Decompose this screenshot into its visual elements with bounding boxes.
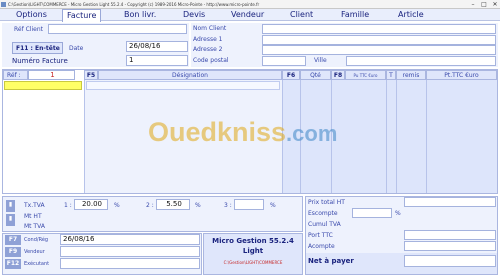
qte-header: Qté — [300, 70, 331, 80]
tva-1-label: 1 : — [64, 202, 72, 209]
tva-3-pct: % — [270, 202, 276, 209]
f5-key[interactable]: F5 — [84, 70, 98, 80]
adresse2-label: Adresse 2 — [193, 46, 223, 53]
watermark-logo: Ouedkniss.com — [148, 117, 338, 147]
maximize-icon[interactable]: □ — [479, 0, 489, 9]
date-label: Date — [69, 45, 84, 52]
pt-ttc-column — [426, 80, 497, 193]
ville-label: Ville — [314, 57, 327, 64]
menu-article[interactable]: Article — [398, 9, 424, 21]
designation-cell-active[interactable] — [86, 81, 280, 90]
product-edition: Light — [242, 247, 264, 255]
menu-facture[interactable]: Facture — [62, 9, 102, 22]
cond-reg-label: Cond/Rég — [24, 237, 49, 243]
tva-2-pct: % — [195, 202, 201, 209]
acompte-input[interactable] — [404, 241, 496, 251]
date-input[interactable]: 26/08/16 — [126, 41, 188, 52]
product-name: Micro Gestion 55.2.4 — [212, 237, 294, 245]
port-ttc-input[interactable] — [404, 230, 496, 240]
code-postal-label: Code postal — [193, 57, 229, 64]
nom-client-label: Nom Client — [193, 25, 227, 32]
nom-client-input[interactable] — [262, 24, 496, 34]
t-column — [386, 80, 396, 193]
pt-ttc-header: Pt.TTC €uro — [426, 70, 497, 80]
adresse2-input[interactable] — [262, 45, 496, 55]
escompte-input[interactable] — [352, 208, 392, 218]
menu-options[interactable]: Options — [16, 9, 47, 21]
net-a-payer-value — [404, 255, 496, 267]
ref-client-input[interactable] — [48, 24, 187, 34]
mt-toggle-button[interactable]: ▮ — [6, 214, 15, 226]
menu-bar: Options Facture Bon livr. Devis Vendeur … — [0, 9, 500, 22]
port-ttc-label: Port TTC — [308, 232, 333, 239]
product-path: C:\Gestion\LIGHT\COMMERCE — [223, 260, 283, 265]
code-postal-input[interactable] — [262, 56, 306, 66]
menu-famille[interactable]: Famille — [341, 9, 369, 21]
tva-3-label: 3 : — [224, 202, 232, 209]
ref-cell-active[interactable] — [4, 81, 82, 90]
cond-reg-input[interactable]: 26/08/16 — [60, 234, 200, 245]
mt-ht-label: Mt HT — [24, 213, 42, 220]
ref-value-input[interactable]: 1 — [28, 70, 75, 80]
menu-vendeur[interactable]: Vendeur — [231, 9, 264, 21]
escompte-pct: % — [395, 210, 401, 217]
executant-label: Exécutant — [24, 261, 50, 267]
f6-key[interactable]: F6 — [282, 70, 300, 80]
app-icon — [1, 2, 6, 7]
acompte-label: Acompte — [308, 243, 335, 250]
tva-1-pct: % — [114, 202, 120, 209]
tva-toggle-button[interactable]: ▮ — [6, 200, 15, 212]
cumul-tva-label: Cumul TVA — [308, 221, 341, 228]
vendeur-label: Vendeur — [24, 249, 45, 255]
num-facture-label: Numéro Facture — [12, 57, 68, 65]
menu-devis[interactable]: Devis — [183, 9, 205, 21]
adresse1-input[interactable] — [262, 35, 496, 45]
num-facture-input[interactable]: 1 — [126, 55, 188, 66]
tva-2-label: 2 : — [146, 202, 154, 209]
f8-key[interactable]: F8 — [331, 70, 345, 80]
f9-key[interactable]: F9 — [5, 247, 21, 257]
ville-input[interactable] — [346, 56, 496, 66]
designation-header: Désignation — [98, 70, 282, 80]
remis-header: remis — [396, 70, 426, 80]
f11-header-button[interactable]: F11 : En-tête — [12, 42, 63, 54]
close-icon[interactable]: ✕ — [490, 0, 500, 9]
vendeur-input[interactable] — [60, 246, 200, 257]
t-header: T — [386, 70, 396, 80]
executant-input[interactable] — [60, 258, 200, 269]
prix-total-ht-value — [404, 197, 496, 207]
menu-client[interactable]: Client — [290, 9, 313, 21]
ref-header: Réf : — [3, 70, 28, 80]
tva-2-input[interactable]: 5.50 — [156, 199, 190, 210]
net-a-payer-label: Net à payer — [308, 257, 354, 265]
pu-ttc-header: Pu TTC €uro — [345, 70, 386, 80]
tx-tva-label: Tx.TVA — [24, 202, 45, 209]
tva-3-input[interactable] — [234, 199, 264, 210]
window-title: C:\Gestion\LIGHT\COMMERCE - Micro Gestio… — [8, 2, 260, 7]
f12-key[interactable]: F12 — [5, 259, 21, 269]
f7-key[interactable]: F7 — [5, 235, 21, 245]
escompte-label: Escompte — [308, 210, 338, 217]
ref-client-label: Réf Client — [14, 26, 43, 33]
tva-1-input[interactable]: 20.00 — [74, 199, 108, 210]
remis-column — [396, 80, 426, 193]
adresse1-label: Adresse 1 — [193, 36, 223, 43]
menu-bon-livr[interactable]: Bon livr. — [124, 9, 156, 21]
minimize-icon[interactable]: – — [468, 0, 478, 9]
prix-total-ht-label: Prix total HT — [308, 199, 345, 206]
product-info-box: Micro Gestion 55.2.4 Light C:\Gestion\LI… — [203, 233, 303, 275]
window-title-bar: C:\Gestion\LIGHT\COMMERCE - Micro Gestio… — [0, 0, 500, 9]
mt-tva-label: Mt TVA — [24, 223, 45, 230]
